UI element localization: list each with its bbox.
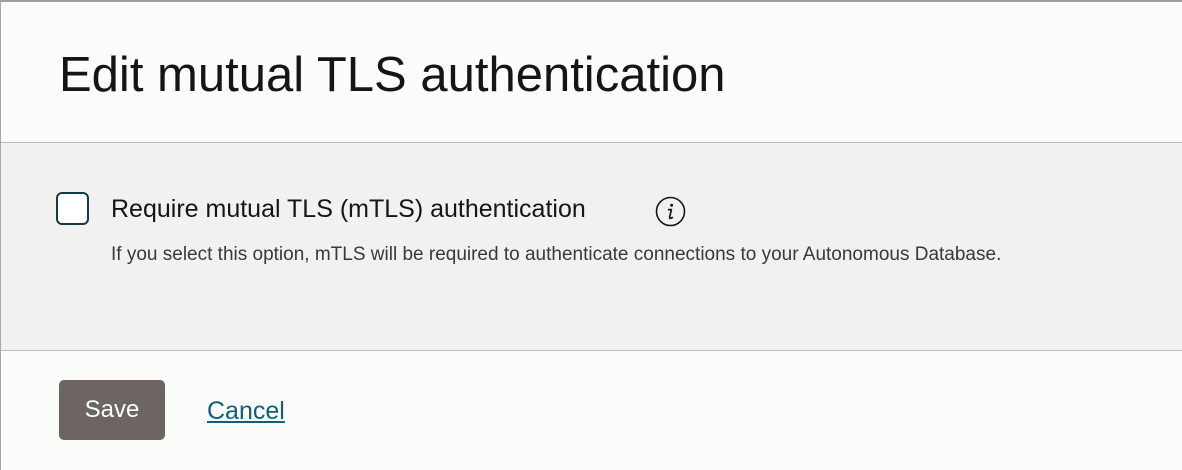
cancel-link[interactable]: Cancel: [207, 395, 285, 427]
save-button[interactable]: Save: [59, 380, 165, 440]
dialog-footer: Save Cancel: [1, 351, 1182, 470]
dialog-body: Require mutual TLS (mTLS) authentication…: [1, 142, 1182, 351]
require-mtls-checkbox[interactable]: [56, 192, 89, 225]
require-mtls-label[interactable]: Require mutual TLS (mTLS) authentication: [111, 193, 586, 225]
info-icon[interactable]: [655, 196, 686, 227]
dialog-header: Edit mutual TLS authentication: [1, 2, 1182, 142]
mtls-help-text: If you select this option, mTLS will be …: [111, 244, 1002, 265]
dialog-title: Edit mutual TLS authentication: [59, 48, 726, 102]
edit-mtls-dialog: Edit mutual TLS authentication Require m…: [0, 0, 1182, 470]
